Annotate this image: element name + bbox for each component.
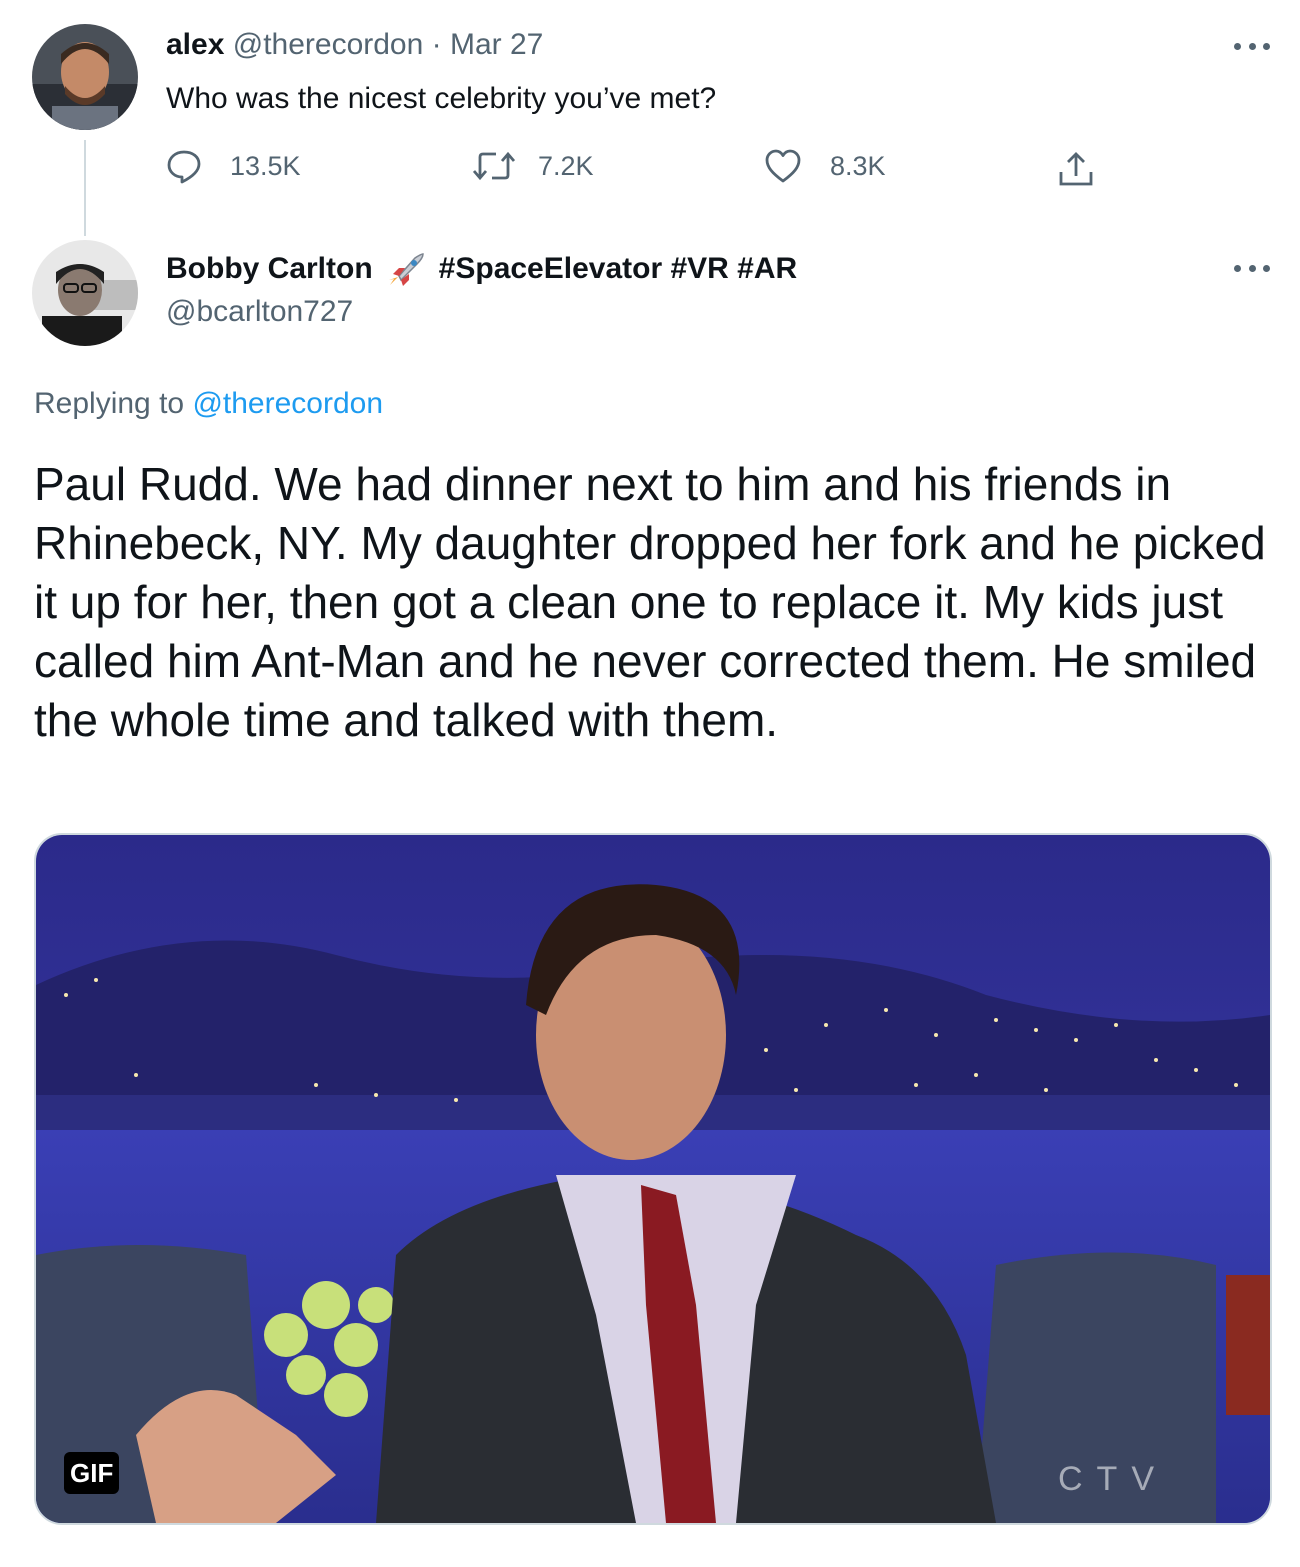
gif-media[interactable]: CTV: [34, 833, 1272, 1525]
avatar-alex[interactable]: [32, 24, 138, 130]
more-icon[interactable]: [1234, 40, 1270, 52]
rocket-emoji: [388, 253, 424, 286]
replying-prefix: Replying to: [34, 387, 185, 420]
retweet-count: 7.2K: [538, 150, 594, 181]
like-count: 8.3K: [830, 150, 886, 181]
more-icon[interactable]: [1234, 262, 1270, 274]
retweet-icon: [472, 151, 516, 181]
share-icon: [1059, 152, 1093, 186]
display-name[interactable]: alex: [166, 28, 224, 61]
retweet-button[interactable]: 7.2K: [472, 148, 594, 184]
reply-button[interactable]: 13.5K: [166, 148, 301, 184]
reply-icon: [167, 150, 201, 184]
heart-icon: [765, 149, 801, 183]
gif-badge: GIF: [64, 1452, 120, 1494]
thread-connector: [84, 140, 86, 236]
tweet2-header: Bobby Carlton #SpaceElevator #VR #AR: [166, 250, 797, 288]
timestamp[interactable]: Mar 27: [450, 28, 543, 61]
replying-to: Replying to @therecordon: [34, 385, 383, 423]
reply-count: 13.5K: [230, 150, 301, 181]
share-button[interactable]: [1058, 150, 1094, 188]
separator: ·: [431, 28, 442, 61]
tweet1-text: Who was the nicest celebrity you’ve met?: [166, 82, 717, 115]
handle[interactable]: @bcarlton727: [166, 293, 353, 331]
like-button[interactable]: 8.3K: [764, 148, 886, 184]
tweet1-header: alex @therecordon · Mar 27: [166, 26, 543, 64]
tweet2-body: Paul Rudd. We had dinner next to him and…: [34, 458, 1266, 746]
replying-to-link[interactable]: @therecordon: [192, 387, 383, 420]
handle[interactable]: @therecordon: [233, 28, 424, 61]
ctv-watermark: CTV: [1058, 1460, 1168, 1498]
hashtags[interactable]: #SpaceElevator #VR #AR: [439, 250, 798, 288]
display-name[interactable]: Bobby Carlton: [166, 250, 373, 288]
avatar-bobby-carlton[interactable]: [32, 240, 138, 346]
